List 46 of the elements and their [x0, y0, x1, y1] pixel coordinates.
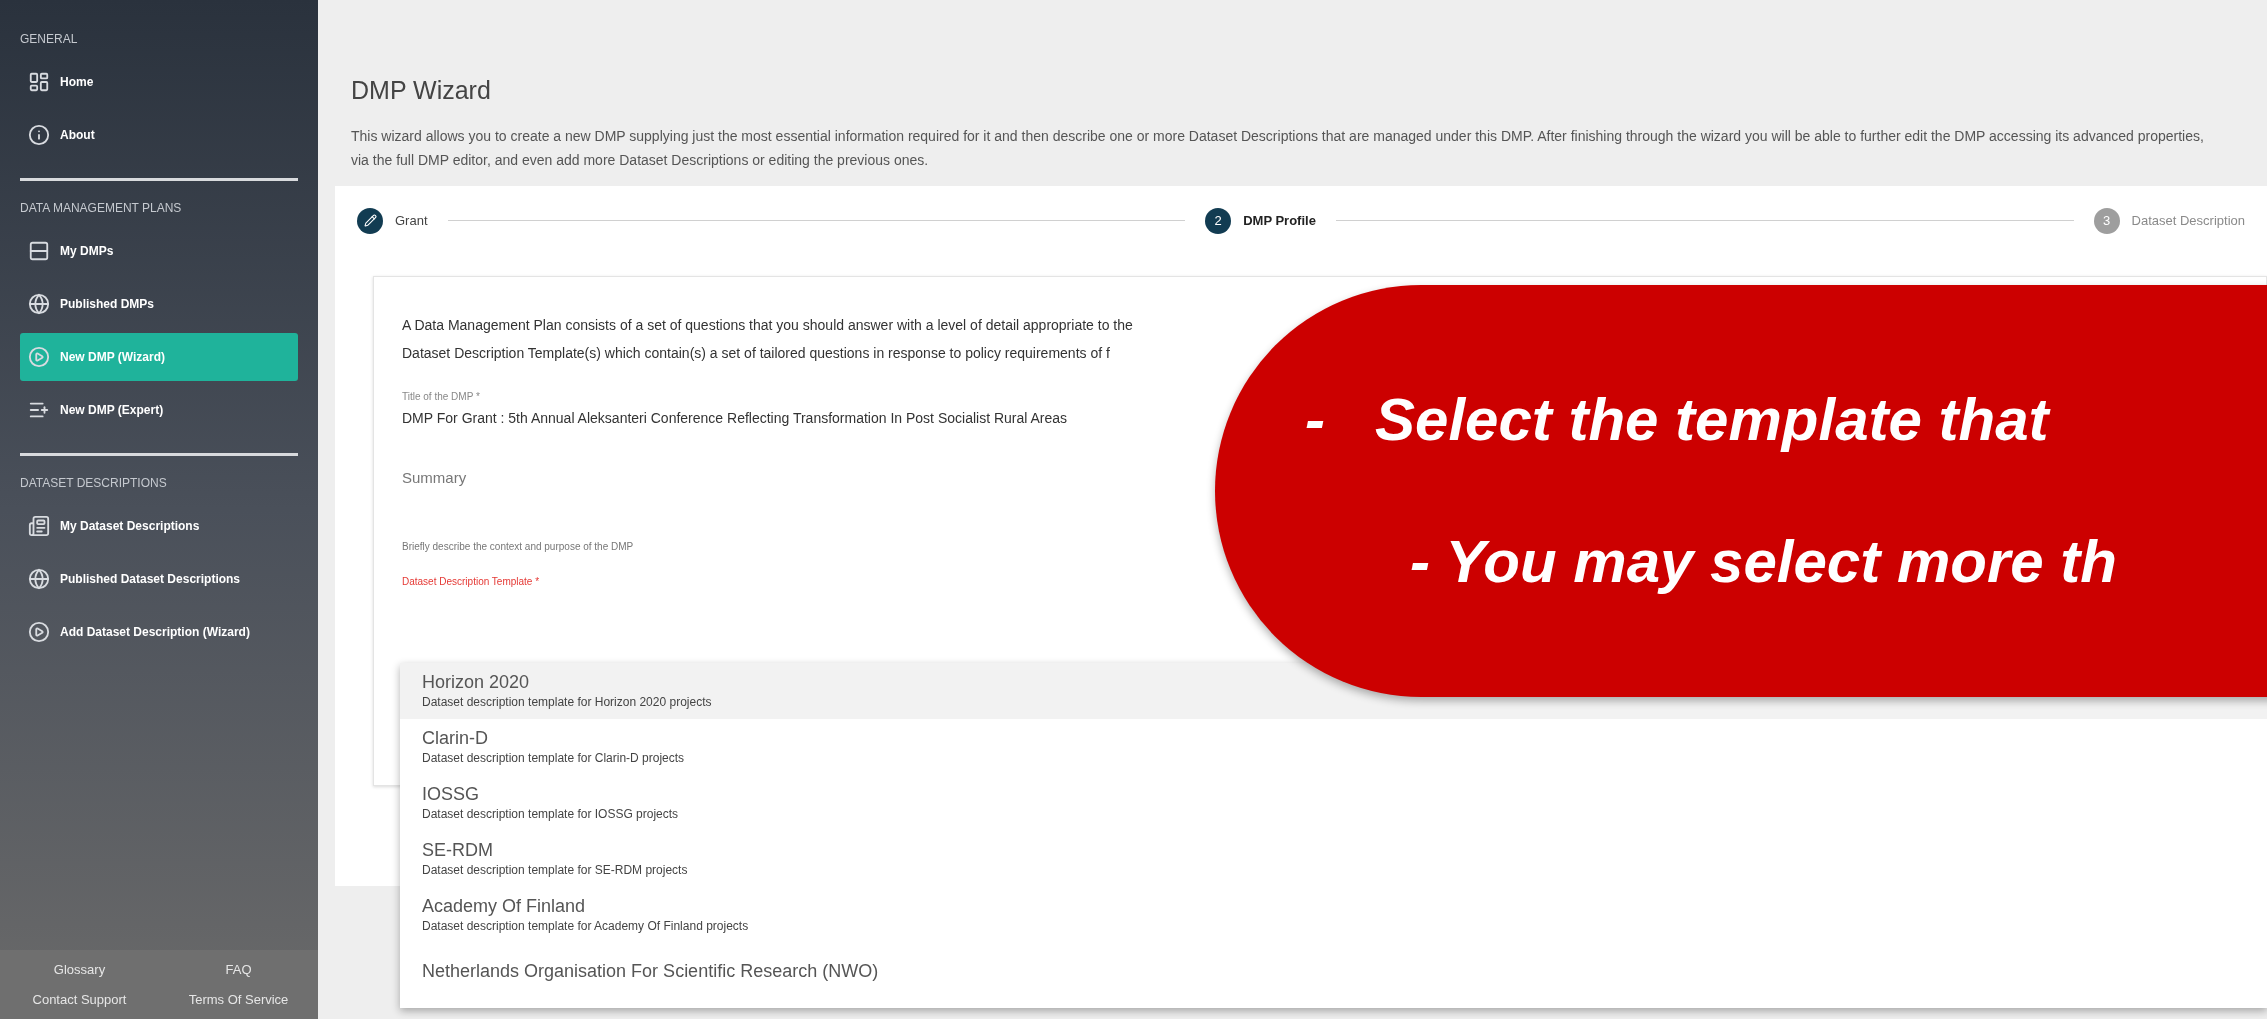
footer-link[interactable]: Contact Support — [0, 989, 159, 1009]
globe-icon — [28, 293, 50, 315]
pencil-icon — [363, 214, 377, 227]
sidebar-item[interactable]: Published Dataset Descriptions — [20, 555, 298, 603]
rows-icon — [28, 240, 50, 262]
dropdown-option[interactable]: SE-RDM Dataset description template for SE-RDM projects — [400, 831, 2267, 887]
page-title: DMP Wizard — [351, 75, 492, 106]
section-heading: DATASET DESCRIPTIONS — [20, 475, 168, 492]
title-field[interactable]: Title of the DMP * DMP For Grant : 5th Annual Aleksanteri Conference Reflecting Transformation In Post Socialist Rural Areas — [402, 388, 1102, 429]
dropdown-option[interactable]: IOSSG Dataset description template for IOSSG projects — [400, 775, 2267, 831]
document-icon — [28, 515, 50, 537]
dropdown-option[interactable]: Academy Of Finland Dataset description template for Academy Of Finland projects — [400, 887, 2267, 943]
sidebar-item[interactable]: About — [20, 111, 298, 159]
field-value: DMP For Grant : 5th Annual Aleksanteri Conference Reflecting Transformation In Post Socialist Rural Areas — [402, 408, 1069, 428]
step-label[interactable]: Grant — [395, 210, 428, 231]
play-circle-icon — [28, 621, 50, 643]
step-indicator: 2 — [1205, 207, 1232, 234]
sidebar-item[interactable]: New DMP (Expert) — [20, 386, 298, 434]
callout-text: - You may select more th — [1409, 527, 2118, 597]
sidebar-item[interactable]: Home — [20, 58, 298, 106]
footer-link[interactable]: Terms Of Service — [159, 989, 318, 1009]
step-indicator: 3 — [2093, 207, 2120, 234]
field-label: Title of the DMP * — [402, 389, 481, 404]
sidebar-item[interactable]: Add Dataset Description (Wizard) — [20, 608, 298, 656]
step-label[interactable]: Dataset Description — [2131, 210, 2245, 231]
field-label: Dataset Description Template * — [402, 575, 541, 589]
footer-link[interactable]: FAQ — [159, 960, 318, 980]
sidebar-item[interactable]: My DMPs — [20, 227, 298, 275]
globe-icon — [28, 568, 50, 590]
dropdown-option[interactable]: Clarin-D Dataset description template for Clarin-D projects — [400, 719, 2267, 775]
intro-text: Dataset Description Template(s) which contain(s) a set of tailored questions in response to policy requirements of f — [402, 343, 1111, 363]
footer-link[interactable]: Glossary — [0, 960, 159, 980]
summary-field[interactable]: Summary — [402, 466, 1102, 489]
field-hint: Briefly describe the context and purpose of the DMP — [402, 540, 635, 554]
callout-text: - Select the template that — [1305, 385, 2052, 455]
dashboard-icon — [28, 71, 50, 93]
sidebar-item[interactable]: Published DMPs — [20, 280, 298, 328]
play-circle-icon — [28, 346, 50, 368]
section-heading: DATA MANAGEMENT PLANS — [20, 200, 183, 217]
section-heading: GENERAL — [20, 31, 79, 48]
page-description: This wizard allows you to create a new DMP supplying just the most essential information required for it and then describe one or more Dataset Descriptions that are managed under this DMP. After finishing through the wizard you will be able to further edit the DMP accessing its advanced properties, via the full DMP editor, and even add more Dataset Descriptions or editing the previous ones. — [351, 126, 2205, 170]
sidebar-item[interactable]: My Dataset Descriptions — [20, 502, 298, 550]
dropdown-option[interactable]: Netherlands Organisation For Scientific Research (NWO) — [400, 943, 2267, 999]
intro-text: A Data Management Plan consists of a set of questions that you should answer with a level of detail appropriate to the — [402, 315, 1134, 335]
step-label[interactable]: DMP Profile — [1243, 210, 1316, 231]
info-icon — [28, 124, 50, 146]
